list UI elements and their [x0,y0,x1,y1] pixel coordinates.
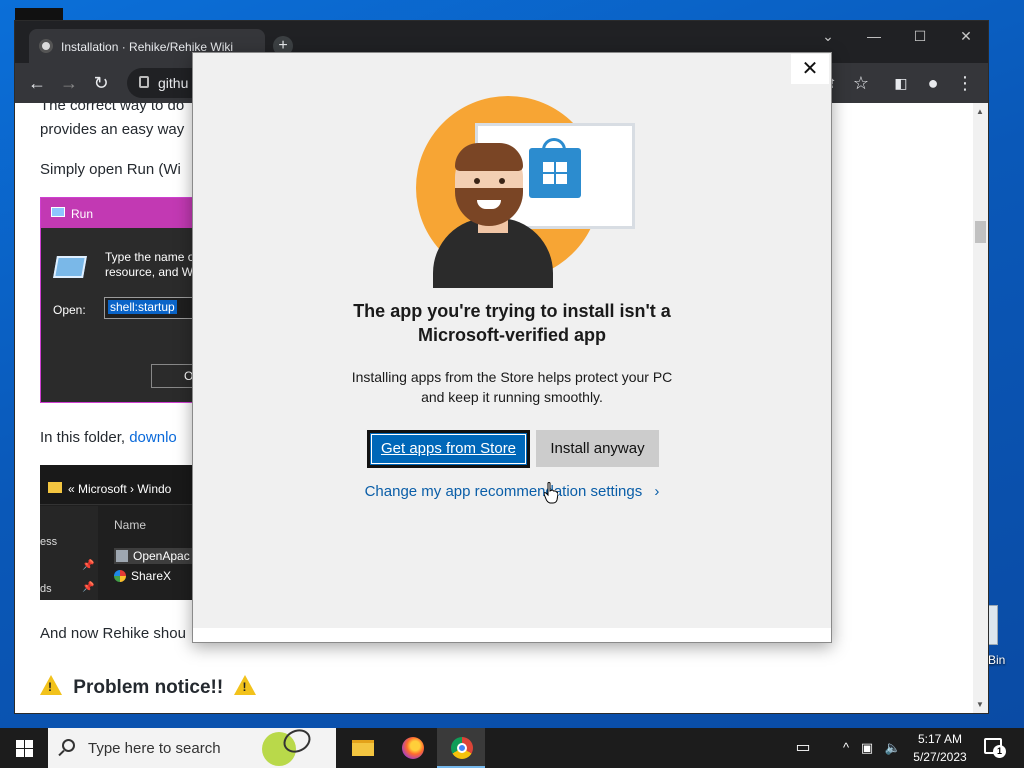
pin-icon: 📌 [82,560,95,571]
close-window-button[interactable]: ✕ [943,21,989,51]
windows-logo-icon [25,749,33,757]
recycle-bin-icon [988,605,998,645]
app-install-warning-dialog: ✕ The app you're trying to install isn't… [192,52,832,643]
app-recommendation-settings-link[interactable]: Change my app recommendation settings › [193,483,831,500]
clock-date: 5/27/2023 [913,750,967,764]
explorer-side-item: ess [40,536,58,548]
install-anyway-button[interactable]: Install anyway [536,430,659,467]
clock-time: 5:17 AM [917,732,963,746]
recycle-bin-label: Bin [988,653,1006,667]
dialog-body: Installing apps from the Store helps pro… [193,367,831,407]
run-title: Run [71,207,94,221]
illustration-person-hair [455,143,523,171]
taskbar-firefox[interactable] [388,728,436,768]
paragraph-folder: In this folder, downlo [40,429,177,446]
keyboard-tray-icon[interactable]: ▭ [790,728,816,768]
store-illustration [411,93,641,293]
illustration-eye [499,178,505,184]
network-icon[interactable]: ▣ [858,728,876,768]
dialog-title: The app you're trying to install isn't a… [193,299,831,347]
start-button[interactable] [0,728,48,768]
reload-icon[interactable]: ↻ [91,73,111,93]
taskbar-clock[interactable]: 5:17 AM 5/27/2023 [908,730,972,766]
store-bag-icon [529,138,581,198]
explorer-side-item: ds [40,583,52,595]
bookmark-star-icon[interactable]: ☆ [851,73,871,93]
run-program-icon [53,256,87,278]
dialog-title-line2: Microsoft-verified app [417,325,607,345]
page-scrollbar[interactable]: ▲ ▼ [973,103,988,713]
github-favicon-icon [39,39,53,53]
chrome-icon [451,737,473,759]
explorer-row: OpenApac [114,548,192,564]
pin-icon: 📌 [82,582,95,593]
run-open-label: Open: [53,303,86,317]
desktop-fragment [15,8,63,22]
taskbar: Type here to search ▭ ^ ▣ 🔈 5:17 AM 5/27… [0,725,1024,768]
recycle-bin[interactable]: Bin [985,605,1024,675]
paragraph-intro-line2: provides an easy way [40,121,185,138]
taskbar-chrome[interactable] [437,728,485,768]
menu-kebab-icon[interactable]: ⋮ [955,73,975,93]
search-placeholder: Type here to search [88,740,221,757]
run-open-value: shell:startup [108,300,177,314]
hand-cursor-icon [544,482,558,504]
run-desc-line1: Type the name o [105,250,195,264]
windows-logo-icon [16,749,24,757]
warning-icon: ! [234,675,257,695]
explorer-row-label: ShareX [131,569,172,583]
run-icon [51,207,65,217]
paragraph-intro-line1: The correct way to do [40,103,185,114]
scroll-down-icon[interactable]: ▼ [976,700,984,709]
explorer-sidebar: ess ds 📌 📌 [40,506,98,600]
close-dialog-button[interactable]: ✕ [791,54,829,84]
paragraph-folder-text: In this folder, [40,429,130,446]
problem-heading-text: Problem notice!! [73,677,224,698]
explorer-breadcrumb: « Microsoft › Windo [68,482,172,496]
problem-heading: ! Problem notice!! ! [40,675,257,699]
address-text: githu [158,75,189,91]
back-icon[interactable]: ← [27,73,47,93]
scroll-up-icon[interactable]: ▲ [976,107,984,116]
scrollbar-thumb[interactable] [975,221,986,243]
explorer-row: ShareX [114,569,171,583]
explorer-column-name: Name [114,518,147,532]
notification-count: 1 [993,745,1006,758]
side-panel-icon[interactable]: ◧ [891,73,911,93]
lock-icon [139,76,149,88]
volume-muted-icon[interactable]: 🔈 [882,728,904,768]
run-desc-line2: resource, and Wi [105,265,196,279]
maximize-button[interactable]: ☐ [897,21,943,51]
taskbar-search-box[interactable]: Type here to search [48,725,336,768]
profile-avatar-icon[interactable]: ● [923,73,943,93]
illustration-eye [474,178,480,184]
forward-icon[interactable]: → [59,73,79,93]
tab-search-button[interactable]: ⌄ [805,21,851,51]
paragraph-run: Simply open Run (Wi [40,161,181,178]
notification-center-icon[interactable]: 1 [984,738,1006,758]
download-link[interactable]: downlo [129,429,177,446]
settings-link-text: Change my app recommendation settings [364,483,643,500]
windows-logo-icon [16,740,24,748]
dialog-title-line1: The app you're trying to install isn't a [353,301,671,321]
file-explorer-icon [352,740,374,756]
warning-icon: ! [40,675,62,695]
file-icon [116,550,128,562]
windows-logo-icon [25,740,33,748]
minimize-button[interactable]: — [851,21,897,51]
run-description: Type the name o resource, and Wi [105,250,196,280]
folder-icon [48,482,62,493]
get-apps-from-store-button[interactable]: Get apps from Store [367,430,530,468]
taskbar-file-explorer[interactable] [338,728,386,768]
dialog-body-line2: and keep it running smoothly. [421,389,603,405]
search-icon [62,739,75,752]
paragraph-result: And now Rehike shou [40,625,186,642]
dialog-body-line1: Installing apps from the Store helps pro… [351,369,673,385]
sharex-icon [114,570,126,582]
show-hidden-icons-icon[interactable]: ^ [838,728,854,768]
dialog-footer-strip [193,628,831,642]
chevron-right-icon: › [654,483,660,500]
explorer-row-label: OpenApac [133,549,190,563]
firefox-icon [402,737,424,759]
